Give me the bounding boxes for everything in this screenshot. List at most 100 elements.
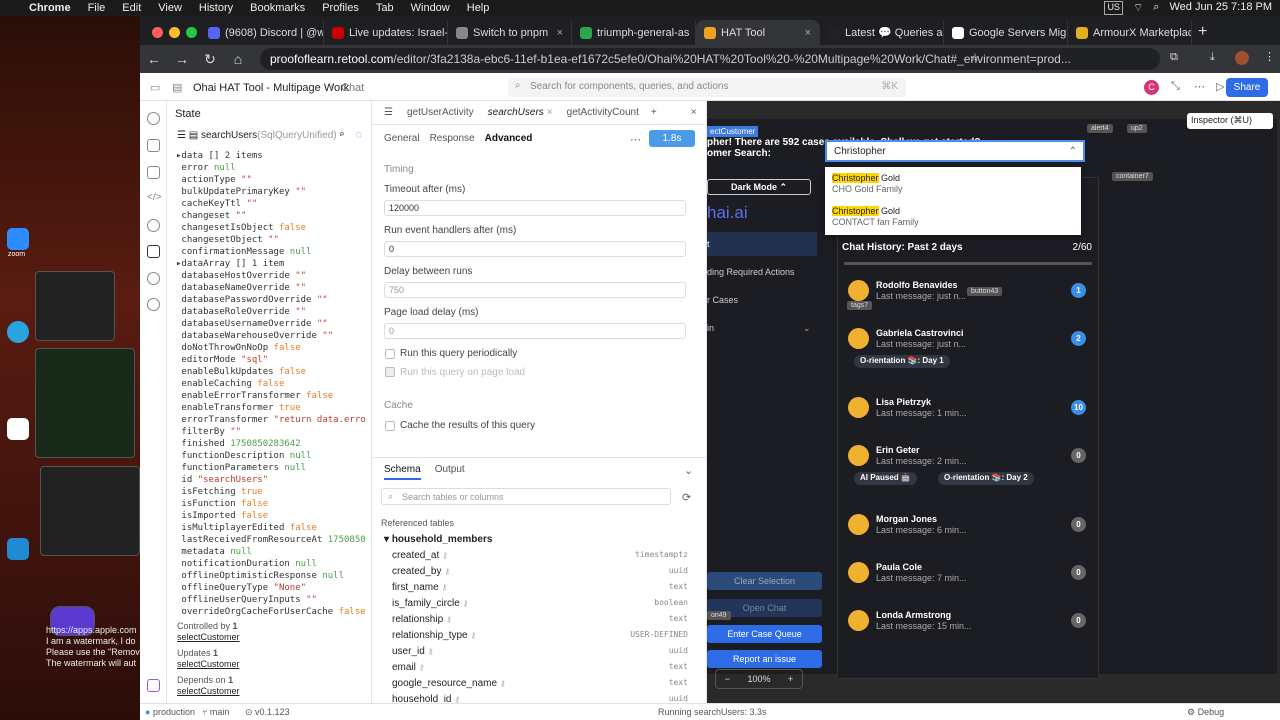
branch-indicator[interactable]: ⑂ main [202,707,229,717]
collapse-icon[interactable]: ⤡ [1171,80,1180,93]
state-row[interactable]: finished 1750850283642 [176,438,366,450]
component-tag-on49[interactable]: on49 [707,611,731,620]
chat-contact-item[interactable]: Paula Cole Last message: 7 min... 0 [848,562,1098,602]
schema-column-row[interactable]: user_id ⚷ uuid [392,646,688,657]
download-icon[interactable]: ⤓ [1210,51,1215,64]
window-thumbnail[interactable] [40,466,140,556]
state-row[interactable]: confirmationMessage null [176,246,366,258]
dropdown-option[interactable]: Christopher Gold CONTACT fan Family [832,206,919,228]
share-button[interactable]: Share [1226,78,1268,97]
state-row[interactable]: errorTransformer "return data.error" [176,414,366,426]
sidebar-toggle-icon[interactable]: ▭ [150,81,160,94]
url-field[interactable]: proofoflearn.retool.com/editor/3fa2138a-… [260,48,1160,70]
close-tab-icon[interactable]: × [547,107,553,118]
state-icon[interactable] [147,245,160,258]
horizontal-scrollbar[interactable] [844,262,1092,265]
vscode-app-icon[interactable] [7,538,29,560]
chevron-down-icon[interactable]: ⌄ [684,464,693,477]
zoom-app-icon[interactable] [7,228,29,250]
menu-view[interactable]: View [158,2,182,14]
state-row[interactable]: enableErrorTransformer false [176,390,366,402]
environment-indicator[interactable]: ● production [145,707,195,717]
state-row[interactable]: metadata null [176,546,366,558]
state-row[interactable]: enableBulkUpdates false [176,366,366,378]
dropdown-option[interactable]: Christopher Gold CHO Gold Family [832,173,903,195]
retool-assist-icon[interactable] [147,679,160,692]
component-tag-alert4[interactable]: alert4 [1087,124,1113,133]
menu-help[interactable]: Help [467,2,490,14]
extensions-icon[interactable]: ⧉ [1170,51,1178,64]
forward-icon[interactable]: → [168,51,196,67]
component-tag-button43[interactable]: button43 [967,287,1003,296]
input-source[interactable]: US [1104,1,1123,15]
inspector-toggle[interactable]: Inspector (⌘U) [1187,113,1273,129]
chat-contact-item[interactable]: Morgan Jones Last message: 6 min... 0 [848,514,1098,554]
subtab-response[interactable]: Response [430,133,475,144]
menu-edit[interactable]: Edit [122,2,141,14]
state-row[interactable]: databasePasswordOverride "" [176,294,366,306]
state-row[interactable]: notificationDuration null [176,558,366,570]
telegram-app-icon[interactable] [7,321,29,343]
schema-search-input[interactable]: ⌕ Search tables or columns [381,488,671,505]
pages-icon[interactable]: ▤ [172,81,182,94]
state-row[interactable]: id "searchUsers" [176,474,366,486]
page-load-checkbox[interactable] [385,367,395,377]
state-row[interactable]: doNotThrowOnNoOp false [176,342,366,354]
tab-output[interactable]: Output [435,464,465,480]
window-thumbnail[interactable] [35,271,115,341]
code-icon[interactable]: </> [147,192,161,205]
menu-window[interactable]: Window [411,2,450,14]
state-row[interactable]: databaseUsernameOverride "" [176,318,366,330]
state-row[interactable]: offlineQueryType "None" [176,582,366,594]
menu-profiles[interactable]: Profiles [322,2,359,14]
table-name-household-members[interactable]: ▾ household_members [384,534,492,545]
cache-checkbox[interactable] [385,421,395,431]
close-tab-icon[interactable]: × [557,27,563,39]
browser-tab[interactable]: triumph-general-as× [572,20,696,45]
nav-item-selected[interactable]: t [707,232,817,256]
state-row[interactable]: changesetObject "" [176,234,366,246]
refresh-schema-icon[interactable]: ⟳ [682,491,691,504]
back-icon[interactable]: ← [140,51,168,67]
wifi-icon[interactable]: ⌔ [1133,1,1143,15]
app-name[interactable]: Ohai HAT Tool - Multipage Work [193,82,349,94]
tab-searchUsers[interactable]: searchUsers [488,107,544,118]
menubar-clock[interactable]: Wed Jun 25 7:18 PM [1169,1,1272,15]
window-thumbnail[interactable] [35,348,135,458]
customer-search-input[interactable]: Christopher ⌃ [825,140,1085,162]
state-row[interactable]: actionType "" [176,174,366,186]
nav-item-admin[interactable]: in [707,323,714,333]
updates-link[interactable]: selectCustomer [177,659,240,670]
subtab-advanced[interactable]: Advanced [485,133,533,144]
state-row[interactable]: lastReceivedFromResourceAt 1750850283558 [176,534,366,546]
state-row[interactable]: enableTransformer true [176,402,366,414]
browser-tab[interactable]: Live updates: Israel-× [324,20,448,45]
state-row[interactable]: editorMode "sql" [176,354,366,366]
state-row[interactable]: isImported false [176,510,366,522]
timeout-input[interactable]: 120000 [384,200,686,216]
component-tag[interactable]: ectCustomer [707,126,759,137]
search-icon[interactable]: ⌕ [1153,1,1159,15]
depends-on-link[interactable]: selectCustomer [177,686,240,697]
chat-contact-item[interactable]: Gabriela Castrovinci Last message: just n… [848,328,1098,368]
add-component-icon[interactable] [147,112,160,125]
search-icon[interactable] [147,219,160,232]
new-tab-button[interactable]: + [1198,23,1207,41]
chat-contact-item[interactable]: Erin Geter Last message: 2 min... 0 AI Paus… [848,445,1098,485]
state-row[interactable]: isMultiplayerEdited false [176,522,366,534]
chat-contact-item[interactable]: Rodolfo Benavides Last message: just n...… [848,280,1098,320]
state-row[interactable]: databaseHostOverride "" [176,270,366,282]
menu-file[interactable]: File [88,2,106,14]
close-tab-icon[interactable]: × [805,27,811,39]
menu-history[interactable]: History [199,2,233,14]
state-row[interactable]: isFunction false [176,498,366,510]
menu-app-name[interactable]: Chrome [29,2,71,14]
version-indicator[interactable]: ⊙ v0.1.123 [245,707,290,718]
state-row[interactable]: changesetIsObject false [176,222,366,234]
schema-column-row[interactable]: is_family_circle ⚷ boolean [392,598,688,609]
page-selector[interactable]: Chat [341,82,364,94]
state-row[interactable]: cacheKeyTtl "" [176,198,366,210]
state-row[interactable]: error null [176,162,366,174]
browser-tab[interactable]: Switch to pnpm × [448,20,572,45]
browser-tab[interactable]: Google Servers Mig× [944,20,1068,45]
